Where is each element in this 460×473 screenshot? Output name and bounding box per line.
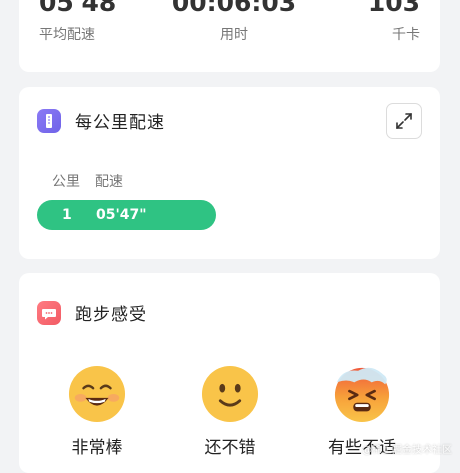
feel-option-label: 还不错 — [204, 438, 256, 458]
stat-value: 00:06:03 — [171, 0, 297, 17]
column-header-km: 公里 — [52, 174, 80, 190]
stat-calories: 103 千卡 — [368, 0, 420, 44]
chat-bubble-icon — [37, 300, 61, 325]
stat-duration: 00:06:03 用时 — [169, 0, 299, 44]
feel-option-great[interactable]: 非常棒 — [52, 365, 142, 458]
smiling-face-icon — [201, 365, 259, 423]
pace-row-value: 05'47" — [96, 207, 147, 223]
stat-value: 05'48'' — [39, 0, 132, 17]
hot-sweating-face-icon — [334, 367, 390, 423]
stats-card: 05'48'' 平均配速 00:06:03 用时 103 千卡 — [19, 0, 440, 72]
stat-label: 千卡 — [392, 27, 420, 43]
pace-section-header: 每公里配速 — [37, 108, 165, 133]
pace-row-bar: 1 05'47" — [37, 200, 216, 230]
expand-icon — [396, 113, 412, 129]
column-header-pace: 配速 — [95, 174, 123, 190]
stat-value: 103 — [367, 0, 420, 17]
pace-section-title: 每公里配速 — [75, 113, 165, 133]
watermark: @稀土掘金技术社区 — [362, 445, 452, 456]
stat-label: 平均配速 — [39, 27, 95, 43]
ruler-icon — [37, 108, 61, 133]
pace-table-header: 公里 配速 — [52, 171, 123, 191]
pace-row-km: 1 — [62, 207, 72, 223]
grinning-face-icon — [68, 365, 126, 423]
feel-section-header: 跑步感受 — [37, 300, 147, 325]
feel-option-label: 非常棒 — [71, 438, 123, 458]
stat-label: 用时 — [220, 27, 248, 43]
feel-section-title: 跑步感受 — [75, 305, 147, 325]
pace-per-km-card: 每公里配速 公里 配速 1 05'47" — [19, 87, 440, 259]
expand-button[interactable] — [386, 103, 422, 139]
feel-option-good[interactable]: 还不错 — [185, 365, 275, 458]
stat-average-pace: 05'48'' 平均配速 — [39, 0, 132, 44]
